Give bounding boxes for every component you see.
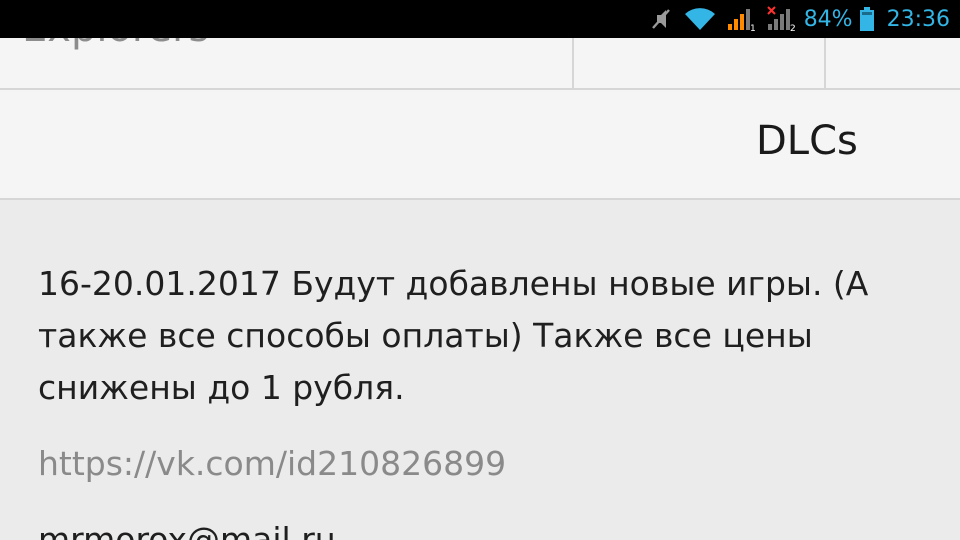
battery-percent: 84% <box>803 6 853 32</box>
announcement-line: 16-20.01.2017 Будут добавлены новые игры… <box>38 264 869 303</box>
clock: 23:36 <box>886 6 950 32</box>
announcement-line: также все способы оплаты) Также все цены <box>38 316 813 355</box>
status-bar: 1 2 84% 23:36 <box>0 0 960 38</box>
battery-icon <box>859 0 875 38</box>
wifi-icon <box>684 0 716 38</box>
dlcs-title: DLCs <box>756 118 858 164</box>
announcement-content: 16-20.01.2017 Будут добавлены новые игры… <box>38 258 938 540</box>
tab-second[interactable] <box>574 38 826 88</box>
tab-third[interactable] <box>826 38 960 88</box>
mute-icon <box>648 0 674 38</box>
dlcs-header[interactable]: DLCs <box>0 90 960 200</box>
category-tab-row: Explorers <box>0 38 960 90</box>
contact-email[interactable]: mrmorox@mail.ru <box>38 514 938 540</box>
svg-text:2: 2 <box>790 24 796 32</box>
signal-sim2-no-service-icon: 2 <box>766 0 796 38</box>
tab-explorers[interactable]: Explorers <box>0 38 574 88</box>
announcement-text: 16-20.01.2017 Будут добавлены новые игры… <box>38 258 938 414</box>
signal-sim1-icon: 1 <box>726 0 756 38</box>
tab-explorers-label: Explorers <box>22 38 209 51</box>
svg-text:1: 1 <box>750 24 756 32</box>
vk-link[interactable]: https://vk.com/id210826899 <box>38 438 938 490</box>
app-screen: 1 2 84% 23:36 Explorers <box>0 0 960 540</box>
announcement-line: снижены до 1 рубля. <box>38 368 405 407</box>
